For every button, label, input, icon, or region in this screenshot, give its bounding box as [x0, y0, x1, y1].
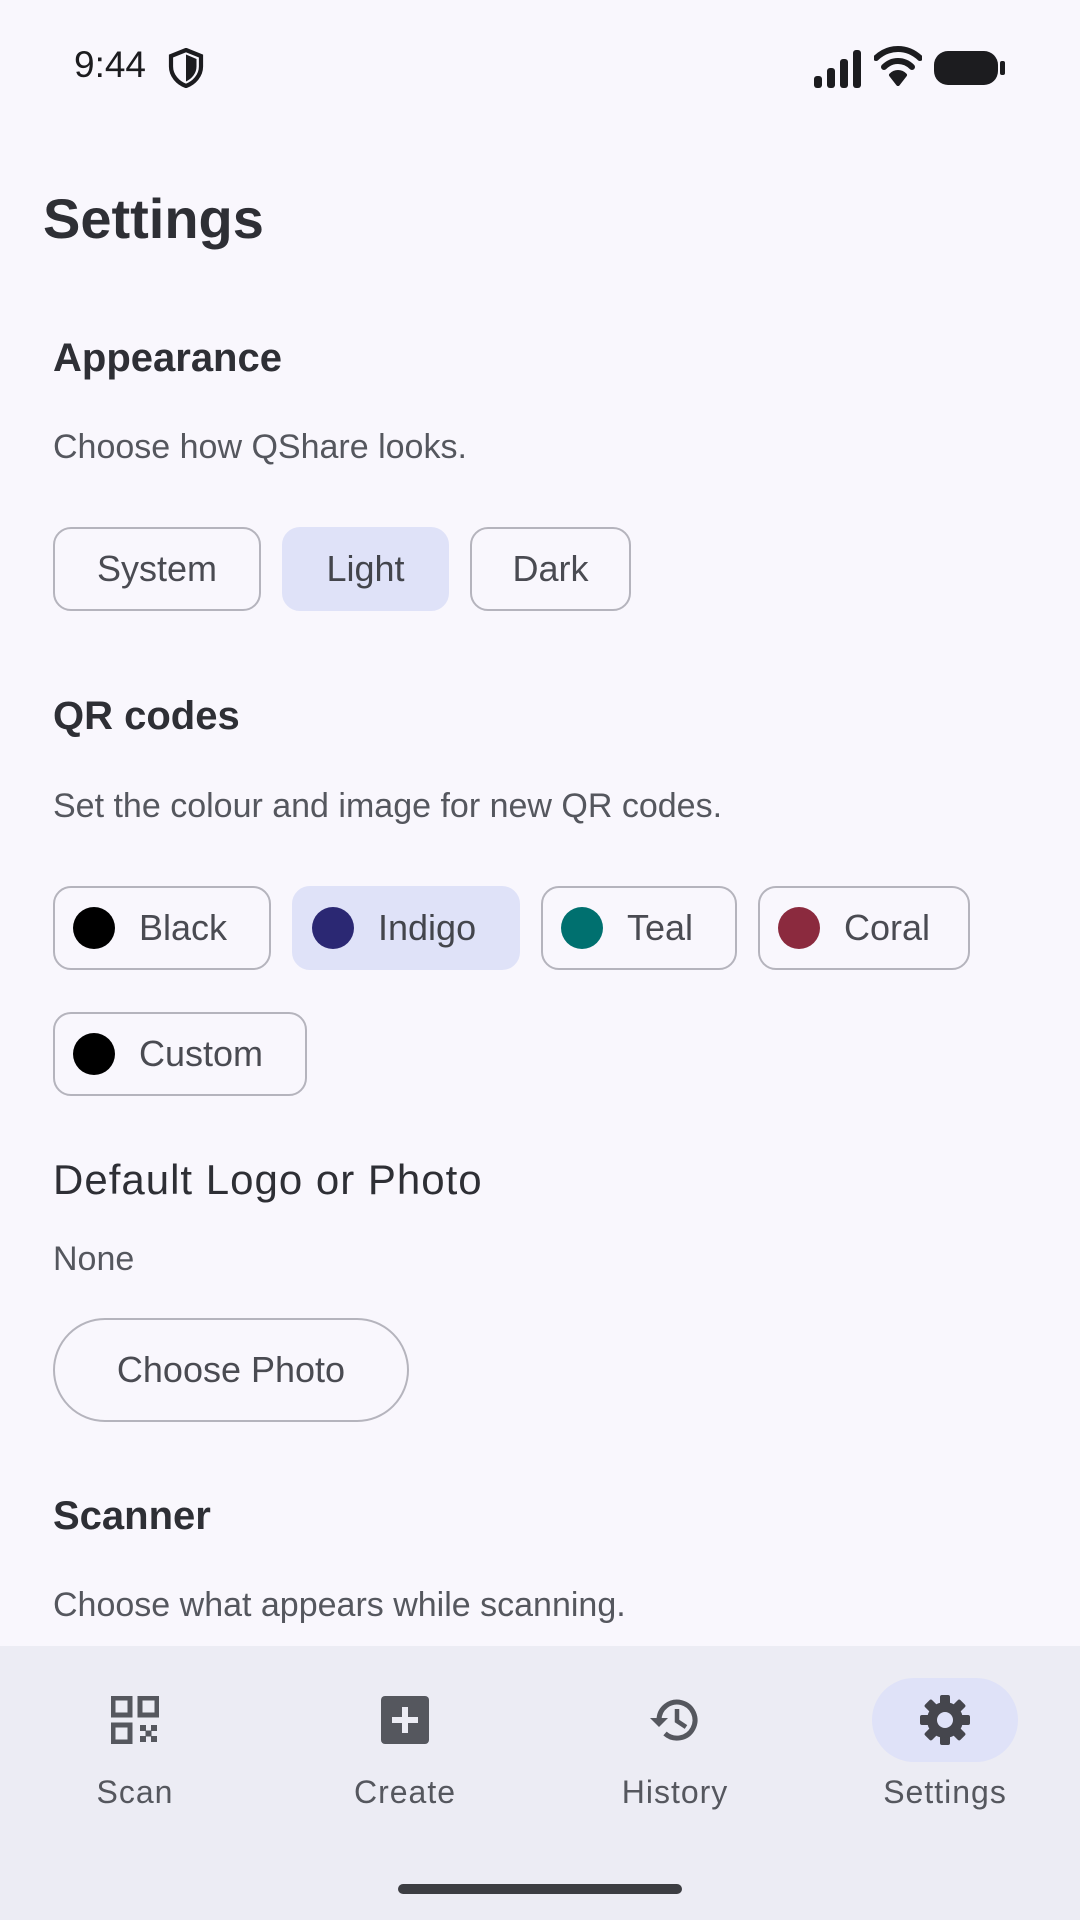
- theme-light-chip[interactable]: Light: [282, 527, 449, 611]
- settings-icon-container: [872, 1678, 1018, 1762]
- shield-icon: [168, 48, 204, 88]
- black-swatch: [73, 907, 115, 949]
- color-black-chip[interactable]: Black: [53, 886, 271, 970]
- nav-label-scan: Scan: [96, 1774, 174, 1810]
- nav-item-scan[interactable]: Scan: [0, 1646, 270, 1836]
- qr-scan-icon: [111, 1696, 159, 1744]
- gear-icon: [920, 1695, 970, 1745]
- create-icon-container: [332, 1678, 478, 1762]
- coral-swatch: [778, 907, 820, 949]
- scan-icon-container: [62, 1678, 208, 1762]
- signal-icon: [814, 50, 861, 88]
- color-teal-label: Teal: [627, 907, 694, 948]
- color-teal-chip[interactable]: Teal: [541, 886, 737, 970]
- color-coral-chip[interactable]: Coral: [758, 886, 970, 970]
- status-time: 9:44: [74, 44, 147, 85]
- color-indigo-label: Indigo: [378, 907, 477, 948]
- default-logo-title: Default Logo or Photo: [53, 1156, 483, 1203]
- wifi-icon: [874, 46, 922, 86]
- appearance-description: Choose how QShare looks.: [53, 428, 467, 466]
- default-logo-value: None: [53, 1240, 135, 1278]
- nav-label-settings: Settings: [883, 1774, 1007, 1810]
- status-bar: 9:44: [0, 0, 1080, 134]
- color-custom-chip[interactable]: Custom: [53, 1012, 307, 1096]
- color-indigo-chip[interactable]: Indigo: [292, 886, 520, 970]
- choose-photo-button[interactable]: Choose Photo: [53, 1318, 409, 1422]
- nav-item-create[interactable]: Create: [270, 1646, 540, 1836]
- theme-dark-chip[interactable]: Dark: [470, 527, 631, 611]
- indigo-swatch: [312, 907, 354, 949]
- home-indicator[interactable]: [398, 1884, 682, 1894]
- scanner-section-title: Scanner: [53, 1494, 211, 1538]
- page-title: Settings: [43, 187, 264, 250]
- color-coral-label: Coral: [844, 907, 931, 948]
- nav-item-history[interactable]: History: [540, 1646, 810, 1836]
- history-icon-container: [602, 1678, 748, 1762]
- scanner-description: Choose what appears while scanning.: [53, 1586, 626, 1624]
- bottom-navigation: Scan Create History Settings: [0, 1646, 1080, 1920]
- history-icon: [650, 1699, 698, 1741]
- appearance-section-title: Appearance: [53, 336, 282, 380]
- nav-label-create: Create: [353, 1774, 457, 1810]
- battery-icon: [934, 51, 1005, 85]
- nav-label-history: History: [621, 1774, 729, 1810]
- custom-swatch: [73, 1033, 115, 1075]
- color-custom-label: Custom: [139, 1033, 264, 1074]
- qr-codes-section-title: QR codes: [53, 694, 240, 738]
- teal-swatch: [561, 907, 603, 949]
- theme-system-chip[interactable]: System: [53, 527, 261, 611]
- add-box-icon: [381, 1696, 429, 1744]
- qr-codes-description: Set the colour and image for new QR code…: [53, 787, 723, 825]
- color-black-label: Black: [139, 907, 228, 948]
- nav-item-settings[interactable]: Settings: [810, 1646, 1080, 1836]
